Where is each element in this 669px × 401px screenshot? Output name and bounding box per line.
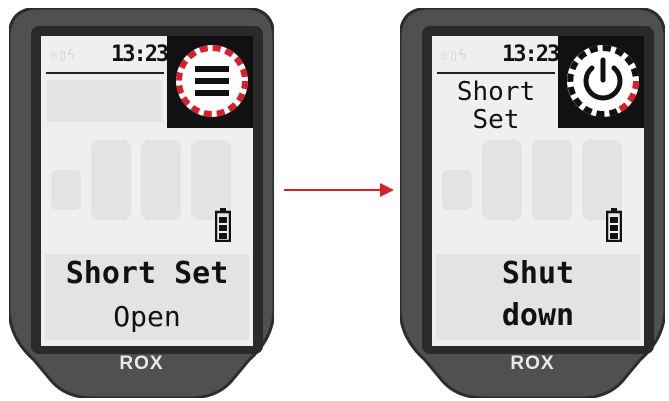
ghost-arrows [51, 170, 81, 210]
status-icons: ☏▯ϟ [440, 46, 468, 64]
primary-label: Short Set [65, 256, 229, 291]
status-divider [437, 72, 555, 74]
clock: 13:23 [111, 42, 169, 67]
ghost-digit [482, 140, 522, 220]
status-bar: ☏▯ϟ 13:23 [46, 40, 169, 70]
power-icon[interactable] [562, 40, 644, 122]
page-title-line: Short [456, 77, 536, 107]
page-title: Short Set [438, 78, 554, 134]
clock: 13:23 [502, 42, 560, 67]
device-screen: ☏▯ϟ 13:23 Short Set Open [41, 36, 253, 346]
device-screen: ☏▯ϟ 13:23 Short Set Shut down [432, 36, 644, 346]
battery-icon [215, 208, 231, 242]
arrow-right-icon [284, 183, 394, 197]
ghost-digit [532, 140, 572, 220]
ghost-digit [141, 140, 181, 220]
primary-label-line1: Shut [501, 256, 575, 291]
ghost-arrows [442, 170, 472, 210]
ghost-field [47, 80, 163, 122]
status-divider [46, 72, 164, 74]
power-tab[interactable] [558, 36, 644, 128]
ghost-digit [91, 140, 131, 220]
hamburger-menu-icon[interactable] [171, 40, 253, 122]
device-after: ☏▯ϟ 13:23 Short Set Shut down ROX [400, 8, 665, 398]
menu-tab[interactable] [167, 36, 253, 128]
secondary-label: Open [113, 300, 181, 333]
brand-logo: ROX [119, 353, 164, 374]
status-bar: ☏▯ϟ 13:23 [437, 40, 560, 70]
brand-logo: ROX [510, 353, 555, 374]
page-title-line: Set [472, 105, 520, 135]
status-icons: ☏▯ϟ [49, 46, 77, 64]
battery-icon [606, 208, 622, 242]
primary-label-line2: down [501, 298, 575, 333]
device-before: ☏▯ϟ 13:23 Short Set Open ROX [9, 8, 274, 398]
